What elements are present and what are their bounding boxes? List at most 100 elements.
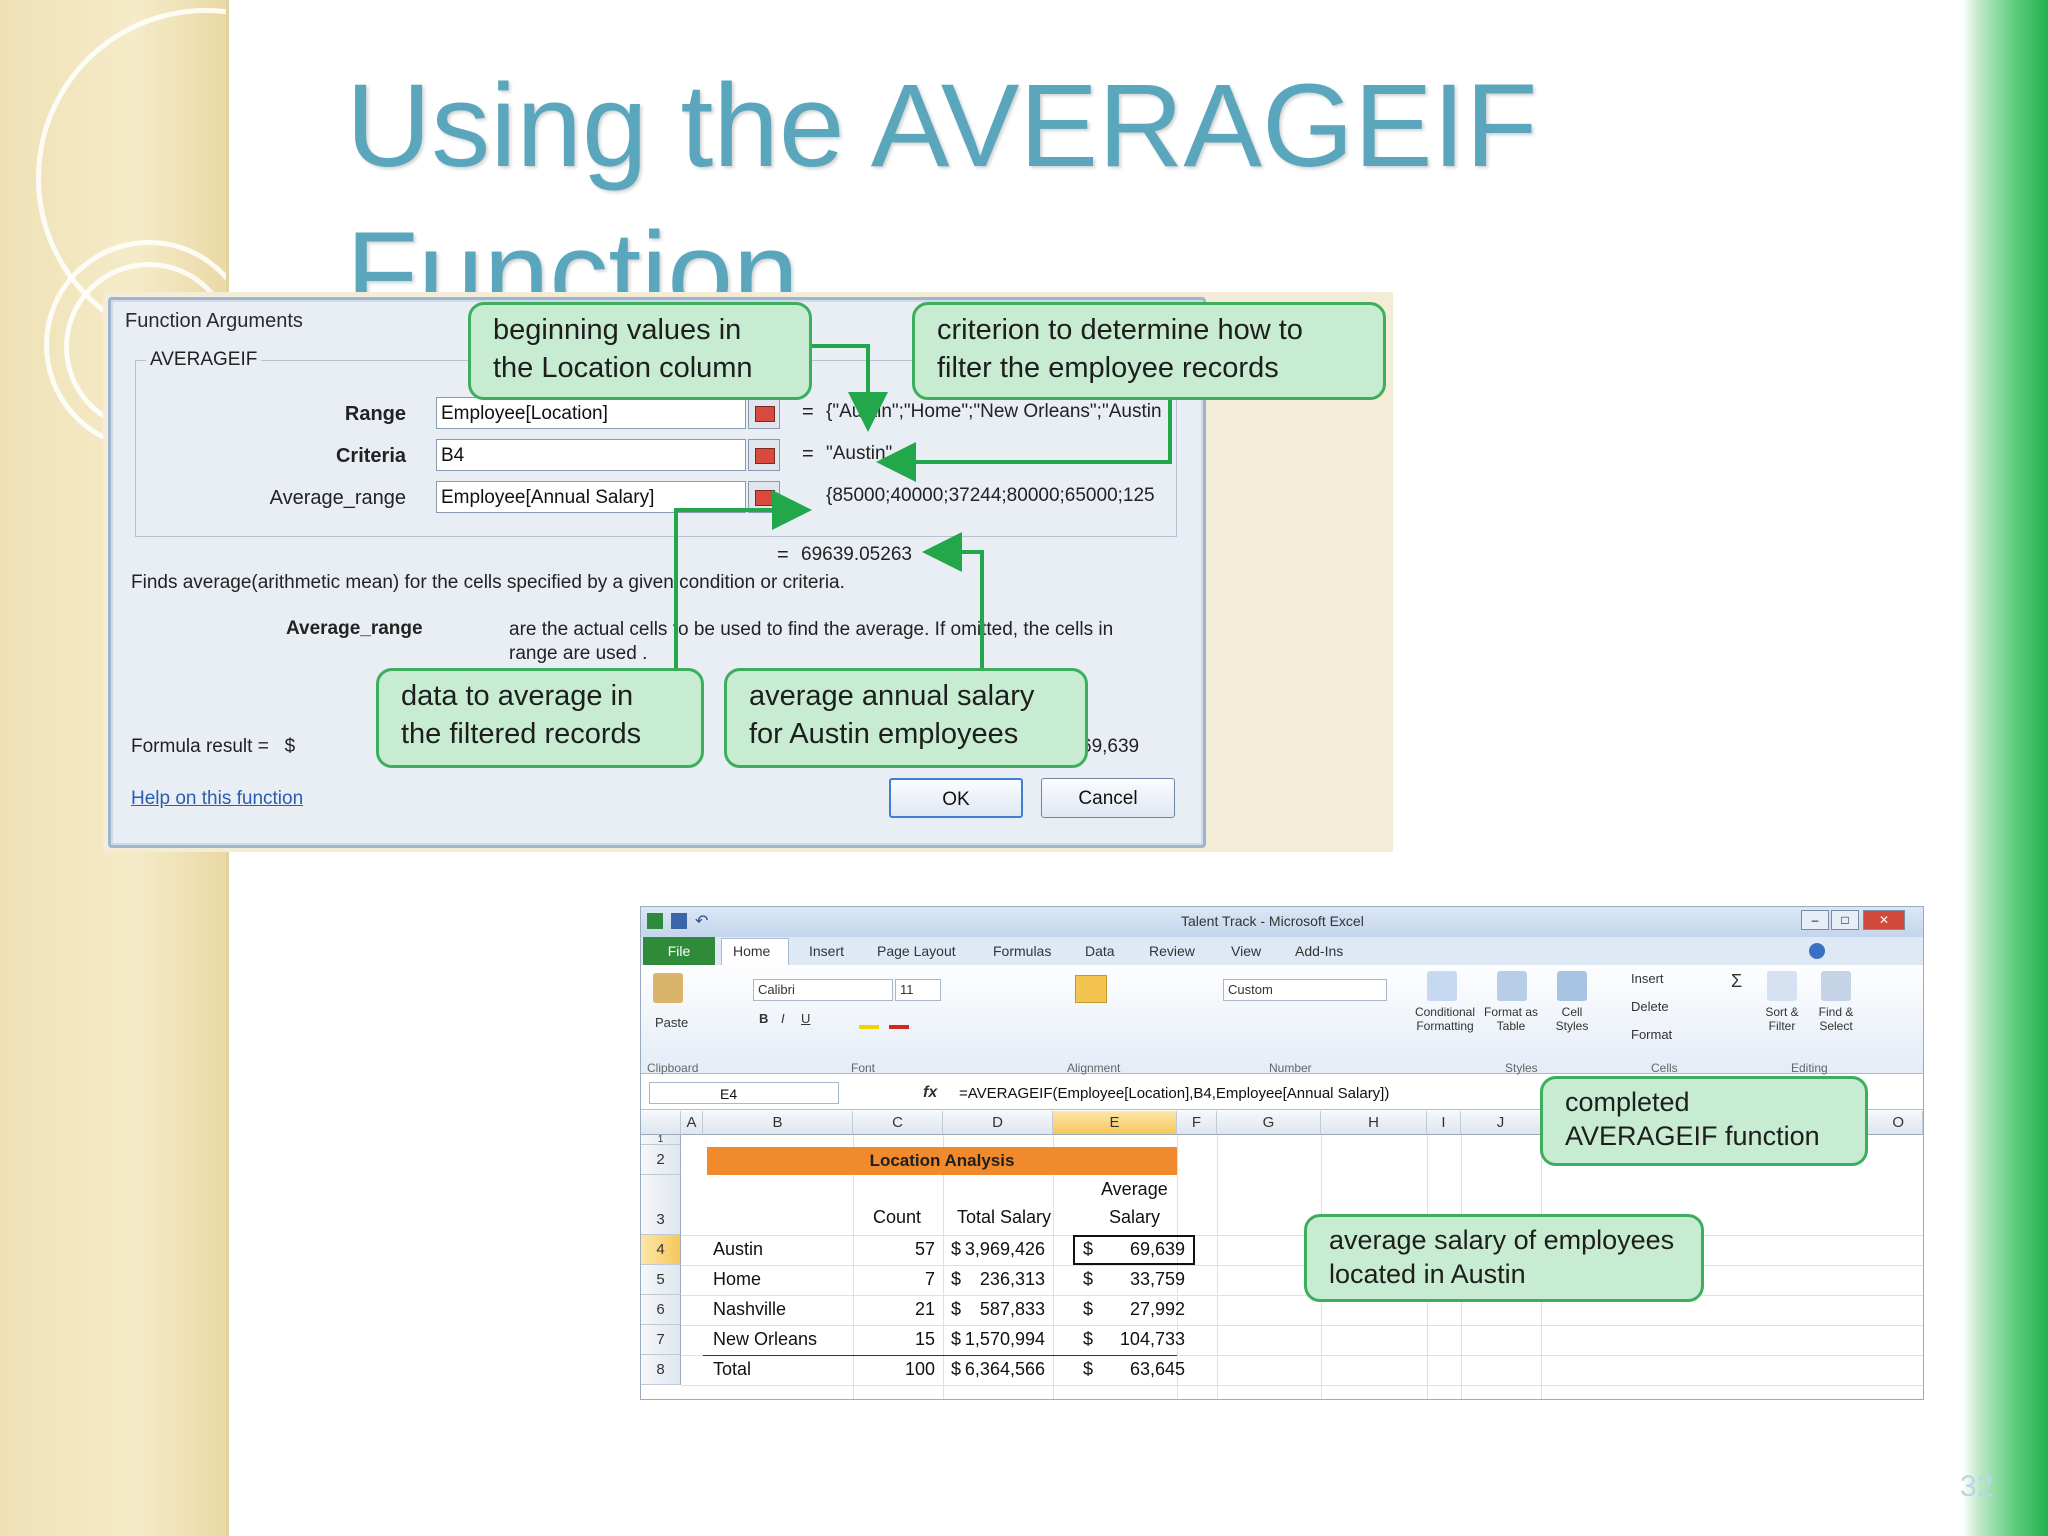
tab-file[interactable]: File xyxy=(643,937,715,965)
col-header-j[interactable]: J xyxy=(1461,1111,1541,1135)
arrow-average xyxy=(922,532,984,670)
group-clipboard: Clipboard xyxy=(647,1061,699,1075)
conditional-formatting-label: Conditional Formatting xyxy=(1414,1005,1476,1033)
col-header-i[interactable]: I xyxy=(1427,1111,1461,1135)
cell-styles-icon[interactable] xyxy=(1557,971,1587,1001)
group-cells: Cells xyxy=(1651,1061,1678,1075)
excel-logo-icon xyxy=(647,913,663,929)
font-name-select[interactable]: Calibri xyxy=(753,979,893,1001)
col-header-d[interactable]: D xyxy=(943,1111,1053,1135)
ribbon-tabs: File Home Insert Page Layout Formulas Da… xyxy=(641,937,1923,966)
align-middle-button[interactable] xyxy=(1075,975,1107,1003)
tab-review[interactable]: Review xyxy=(1149,943,1195,959)
conditional-formatting-icon[interactable] xyxy=(1427,971,1457,1001)
header-average: Average xyxy=(1101,1179,1168,1199)
fill-color-icon[interactable] xyxy=(859,1025,879,1029)
format-as-table-label: Format as Table xyxy=(1483,1005,1538,1033)
row-header-8[interactable]: 8 xyxy=(641,1355,681,1385)
tab-view[interactable]: View xyxy=(1231,943,1261,959)
font-color-icon[interactable] xyxy=(889,1025,909,1029)
minimize-button[interactable]: – xyxy=(1801,910,1829,930)
cell-average: 104,733 xyxy=(1119,1329,1185,1349)
font-size-select[interactable]: 11 xyxy=(895,979,941,1001)
excel-window-title: Talent Track - Microsoft Excel xyxy=(1181,913,1364,929)
autosum-icon[interactable]: Σ xyxy=(1731,971,1742,992)
cell-styles-label: Cell Styles xyxy=(1555,1005,1589,1033)
col-header-e[interactable]: E xyxy=(1053,1111,1177,1135)
name-box[interactable]: E4 xyxy=(649,1082,839,1104)
col-header-a[interactable]: A xyxy=(681,1111,703,1135)
row-header-5[interactable]: 5 xyxy=(641,1265,681,1295)
gridline xyxy=(681,1265,1923,1266)
cell-count: 21 xyxy=(914,1299,935,1319)
cell-total-currency: $ xyxy=(951,1299,962,1319)
delete-cells-button[interactable]: Delete xyxy=(1631,999,1669,1014)
callout-data-to-average: data to average in the filtered records xyxy=(376,668,704,768)
underline-button[interactable]: U xyxy=(801,1011,810,1026)
ribbon: Paste Calibri 11 B I U Custom Conditiona… xyxy=(641,965,1923,1075)
tab-home[interactable]: Home xyxy=(733,943,770,959)
header-count: Count xyxy=(873,1207,922,1227)
tab-data[interactable]: Data xyxy=(1085,943,1115,959)
italic-button[interactable]: I xyxy=(781,1011,785,1026)
tab-add-ins[interactable]: Add-Ins xyxy=(1295,943,1343,959)
cell-average: 69,639 xyxy=(1129,1239,1185,1259)
table-heading: Location Analysis xyxy=(707,1147,1177,1175)
undo-icon[interactable]: ↶ xyxy=(695,911,708,931)
cell-total: 3,969,426 xyxy=(964,1239,1045,1259)
cell-total-currency: $ xyxy=(951,1329,962,1349)
header-salary: Salary xyxy=(1109,1207,1161,1227)
group-alignment: Alignment xyxy=(1067,1061,1121,1075)
bold-button[interactable]: B xyxy=(759,1011,768,1026)
row-header-1[interactable]: 1 xyxy=(641,1135,681,1145)
cell-total: 6,364,566 xyxy=(964,1359,1045,1379)
row-header-2[interactable]: 2 xyxy=(641,1145,681,1175)
cell-total: 236,313 xyxy=(979,1269,1045,1289)
cell-count: 15 xyxy=(914,1329,935,1349)
total-row-border xyxy=(703,1355,1177,1356)
sort-filter-label: Sort & Filter xyxy=(1765,1005,1799,1033)
row-header-4[interactable]: 4 xyxy=(641,1235,681,1265)
insert-function-icon[interactable]: fx xyxy=(923,1084,937,1102)
help-icon[interactable] xyxy=(1809,943,1825,959)
tab-formulas[interactable]: Formulas xyxy=(993,943,1051,959)
number-format-select[interactable]: Custom xyxy=(1223,979,1387,1001)
group-editing: Editing xyxy=(1791,1061,1828,1075)
find-select-icon[interactable] xyxy=(1821,971,1851,1001)
cell-average: 27,992 xyxy=(1129,1299,1185,1319)
format-cells-button[interactable]: Format xyxy=(1631,1027,1672,1042)
formula-input[interactable]: =AVERAGEIF(Employee[Location],B4,Employe… xyxy=(959,1085,1389,1102)
group-font: Font xyxy=(851,1061,876,1075)
arrow-criterion xyxy=(876,400,1172,482)
paste-icon[interactable] xyxy=(653,973,683,1003)
row-header-3[interactable]: 3 xyxy=(641,1175,681,1235)
tab-page-layout[interactable]: Page Layout xyxy=(877,943,956,959)
maximize-button[interactable]: □ xyxy=(1831,910,1859,930)
arrow-data xyxy=(674,490,812,670)
paste-label: Paste xyxy=(655,1015,689,1030)
col-header-g[interactable]: G xyxy=(1217,1111,1321,1135)
col-header-f[interactable]: F xyxy=(1177,1111,1217,1135)
cell-count: 57 xyxy=(914,1239,935,1259)
cell-total-currency: $ xyxy=(951,1239,962,1259)
row-header-6[interactable]: 6 xyxy=(641,1295,681,1325)
insert-cells-button[interactable]: Insert xyxy=(1631,971,1664,986)
select-all-corner[interactable] xyxy=(641,1111,681,1135)
callout-austin-average: average salary of employees located in A… xyxy=(1304,1214,1704,1302)
cell-average: 63,645 xyxy=(1129,1359,1185,1379)
col-header-h[interactable]: H xyxy=(1321,1111,1427,1135)
group-styles: Styles xyxy=(1505,1061,1538,1075)
col-header-b[interactable]: B xyxy=(703,1111,853,1135)
find-select-label: Find & Select xyxy=(1818,1005,1854,1033)
close-button[interactable]: ✕ xyxy=(1863,910,1905,930)
callout-criterion: criterion to determine how to filter the… xyxy=(912,302,1386,400)
sort-filter-icon[interactable] xyxy=(1767,971,1797,1001)
row-header-7[interactable]: 7 xyxy=(641,1325,681,1355)
gridline xyxy=(681,1235,1923,1236)
col-header-c[interactable]: C xyxy=(853,1111,943,1135)
save-icon[interactable] xyxy=(671,913,687,929)
cell-average: 33,759 xyxy=(1129,1269,1185,1289)
tab-insert[interactable]: Insert xyxy=(809,943,844,959)
cell-location: Home xyxy=(713,1269,762,1289)
format-as-table-icon[interactable] xyxy=(1497,971,1527,1001)
